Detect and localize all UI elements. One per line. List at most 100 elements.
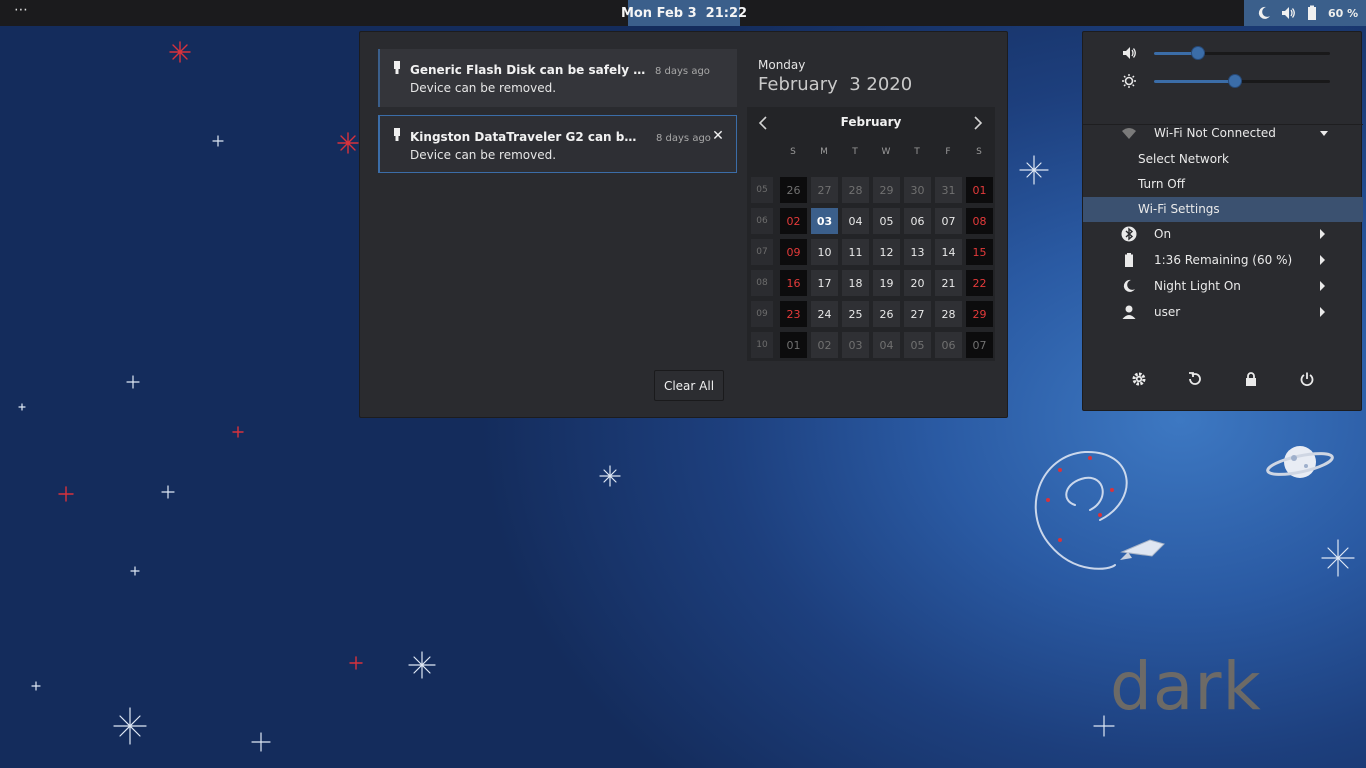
calendar-day[interactable]: 26 bbox=[873, 301, 900, 327]
user-menu-item[interactable]: user bbox=[1083, 300, 1363, 325]
rotation-icon bbox=[1189, 372, 1201, 385]
battery-percent-label: 60 % bbox=[1328, 6, 1359, 20]
calendar-day[interactable]: 01 bbox=[966, 177, 993, 203]
wifi-menu-item[interactable]: Wi-Fi Not Connected bbox=[1083, 121, 1363, 146]
chevron-down-icon bbox=[1320, 131, 1328, 136]
calendar-day[interactable]: 07 bbox=[935, 208, 962, 234]
calendar-day[interactable]: 25 bbox=[842, 301, 869, 327]
calendar-day[interactable]: 20 bbox=[904, 270, 931, 296]
battery-menu-item[interactable]: 1:36 Remaining (60 %) bbox=[1083, 248, 1363, 273]
day-name-label: Monday bbox=[758, 58, 806, 72]
notification-title: Kingston DataTraveler G2 can be safely u… bbox=[410, 130, 638, 144]
calendar-day[interactable]: 07 bbox=[966, 332, 993, 358]
system-menu: Wi-Fi Not Connected Select Network Turn … bbox=[1082, 31, 1363, 411]
chevron-right-icon bbox=[1320, 255, 1325, 265]
power-icon bbox=[1300, 372, 1314, 386]
wifi-settings-item[interactable]: Wi-Fi Settings bbox=[1083, 197, 1363, 222]
bluetooth-menu-item[interactable]: On bbox=[1083, 222, 1363, 247]
wifi-turn-off-item[interactable]: Turn Off bbox=[1083, 172, 1363, 197]
close-icon[interactable]: ✕ bbox=[711, 129, 725, 143]
battery-icon bbox=[1125, 253, 1133, 267]
calendar-popover: Generic Flash Disk can be safely unplugg… bbox=[359, 31, 1008, 418]
calendar-day[interactable]: 23 bbox=[780, 301, 807, 327]
calendar-day[interactable]: 10 bbox=[811, 239, 838, 265]
calendar-day[interactable]: 09 bbox=[780, 239, 807, 265]
chevron-right-icon bbox=[1320, 307, 1325, 317]
week-number: 05 bbox=[751, 177, 773, 203]
clear-all-button[interactable]: Clear All bbox=[654, 370, 724, 401]
calendar-day[interactable]: 22 bbox=[966, 270, 993, 296]
chevron-right-icon[interactable] bbox=[971, 115, 985, 131]
notification-title: Generic Flash Disk can be safely unplugg… bbox=[410, 63, 650, 77]
calendar-day[interactable]: 01 bbox=[780, 332, 807, 358]
notification-item[interactable]: Kingston DataTraveler G2 can be safely u… bbox=[378, 115, 737, 173]
wifi-label: Wi-Fi Not Connected bbox=[1154, 126, 1276, 140]
calendar-day[interactable]: 14 bbox=[935, 239, 962, 265]
calendar-day[interactable]: 06 bbox=[935, 332, 962, 358]
brightness-slider-handle[interactable] bbox=[1227, 74, 1242, 88]
weekday-header: T bbox=[914, 147, 920, 157]
calendar-day[interactable]: 02 bbox=[811, 332, 838, 358]
calendar-day[interactable]: 31 bbox=[935, 177, 962, 203]
calendar-day[interactable]: 16 bbox=[780, 270, 807, 296]
calendar-day[interactable]: 28 bbox=[935, 301, 962, 327]
calendar-day[interactable]: 03 bbox=[842, 332, 869, 358]
week-number: 06 bbox=[751, 208, 773, 234]
calendar-day[interactable]: 04 bbox=[873, 332, 900, 358]
bluetooth-icon bbox=[1121, 226, 1137, 242]
bluetooth-label: On bbox=[1154, 227, 1172, 241]
wifi-select-network-item[interactable]: Select Network bbox=[1083, 147, 1363, 172]
calendar-day[interactable]: 30 bbox=[904, 177, 931, 203]
status-area-button[interactable]: 60 % bbox=[1244, 0, 1366, 26]
wifi-icon bbox=[1122, 128, 1136, 139]
calendar-day[interactable]: 19 bbox=[873, 270, 900, 296]
night-light-icon bbox=[1123, 279, 1135, 292]
calendar-day[interactable]: 27 bbox=[904, 301, 931, 327]
volume-icon bbox=[1282, 7, 1295, 19]
settings-button[interactable] bbox=[1127, 368, 1151, 390]
activities-button[interactable]: ⋯ bbox=[14, 2, 36, 22]
night-light-menu-item[interactable]: Night Light On bbox=[1083, 274, 1363, 299]
calendar-day[interactable]: 06 bbox=[904, 208, 931, 234]
full-date-label: February 3 2020 bbox=[758, 74, 913, 95]
volume-icon bbox=[1123, 47, 1136, 59]
calendar-day[interactable]: 27 bbox=[811, 177, 838, 203]
calendar-day[interactable]: 04 bbox=[842, 208, 869, 234]
calendar-day[interactable]: 03 bbox=[811, 208, 838, 234]
volume-slider-handle[interactable] bbox=[1191, 46, 1205, 60]
calendar-day[interactable]: 08 bbox=[966, 208, 993, 234]
volume-slider[interactable] bbox=[1154, 46, 1330, 60]
brightness-slider[interactable] bbox=[1154, 74, 1330, 88]
notification-time: 8 days ago bbox=[655, 66, 710, 77]
power-off-button[interactable] bbox=[1295, 368, 1319, 390]
calendar-day[interactable]: 21 bbox=[935, 270, 962, 296]
lock-orientation-button[interactable] bbox=[1183, 368, 1207, 390]
calendar-day[interactable]: 29 bbox=[873, 177, 900, 203]
battery-icon bbox=[1308, 5, 1316, 20]
calendar-day[interactable]: 15 bbox=[966, 239, 993, 265]
calendar-day[interactable]: 02 bbox=[780, 208, 807, 234]
wifi-settings-label: Wi-Fi Settings bbox=[1138, 202, 1220, 216]
calendar-day[interactable]: 18 bbox=[842, 270, 869, 296]
weekday-header: M bbox=[820, 147, 828, 157]
calendar-day[interactable]: 26 bbox=[780, 177, 807, 203]
week-number: 09 bbox=[751, 301, 773, 327]
calendar-day[interactable]: 28 bbox=[842, 177, 869, 203]
calendar-day[interactable]: 24 bbox=[811, 301, 838, 327]
calendar-day[interactable]: 11 bbox=[842, 239, 869, 265]
user-label: user bbox=[1154, 305, 1181, 319]
calendar-day[interactable]: 05 bbox=[873, 208, 900, 234]
notification-item[interactable]: Generic Flash Disk can be safely unplugg… bbox=[378, 49, 737, 107]
calendar-day[interactable]: 05 bbox=[904, 332, 931, 358]
lock-screen-button[interactable] bbox=[1239, 368, 1263, 390]
calendar-day[interactable]: 13 bbox=[904, 239, 931, 265]
brightness-slider-row bbox=[1083, 71, 1363, 91]
calendar-day[interactable]: 17 bbox=[811, 270, 838, 296]
top-bar: ⋯ Mon Feb 3 21:22 60 % bbox=[0, 0, 1366, 26]
calendar-day[interactable]: 12 bbox=[873, 239, 900, 265]
chevron-left-icon[interactable] bbox=[756, 115, 770, 131]
calendar-day[interactable]: 29 bbox=[966, 301, 993, 327]
week-number: 07 bbox=[751, 239, 773, 265]
clock-button[interactable]: Mon Feb 3 21:22 bbox=[621, 0, 747, 26]
wallpaper-dark-text: dark bbox=[1110, 648, 1262, 725]
